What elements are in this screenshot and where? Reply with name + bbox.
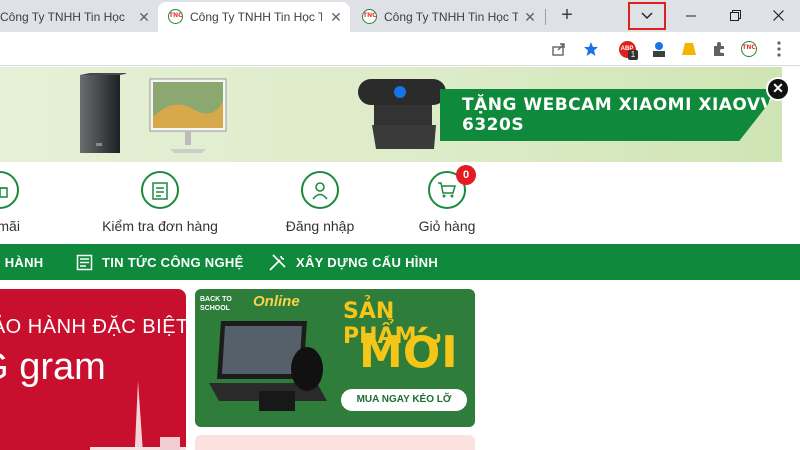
more-vert-icon [777,41,781,57]
nav-build-pc[interactable]: XÂY DỰNG CẤU HÌNH [268,244,438,280]
login-label: Đăng nhập [285,218,355,234]
star-icon [584,42,598,56]
browser-tab-2[interactable]: TNC Công Ty TNHH Tin Học Th ✕ [158,2,350,32]
nav-build-pc-label: XÂY DỰNG CẤU HÌNH [296,254,439,270]
tab-strip: Công Ty TNHH Tin Học Th ✕ TNC Công Ty TN… [0,0,800,32]
search-tabs-button[interactable] [628,2,666,30]
building-image [90,381,186,450]
order-check-link[interactable]: Kiểm tra đơn hàng [100,171,220,234]
share-icon [552,43,565,56]
folder-extension[interactable] [680,40,698,58]
close-icon [772,10,784,21]
nav-warranty-label: BẢO HÀNH [0,254,44,270]
banner-close-button[interactable]: ✕ [766,77,790,101]
cursor-extension[interactable] [650,40,668,58]
minimize-icon [686,15,696,17]
promotions-link[interactable]: Khuyến mãi [0,171,40,234]
next-promo-banner[interactable] [195,435,475,450]
share-button[interactable] [550,40,568,58]
cart-count-badge: 0 [456,165,476,185]
close-window-button[interactable] [766,6,790,26]
cart-label: Giỏ hàng [418,218,476,234]
browser-tab-1[interactable]: Công Ty TNHH Tin Học Th ✕ [0,2,160,32]
puzzle-icon [714,42,724,56]
promo-banner[interactable]: TẶNG WEBCAM XIAOMI XIAOVV 6320S [0,67,782,162]
back-to-school-tag: BACK TO SCHOOL [200,296,232,312]
adblock-extension[interactable]: ABP 1 [618,40,638,60]
new-products-subtitle: MỚI [359,327,458,378]
new-tab-button[interactable]: + [557,5,577,26]
gaming-laptop-image [209,321,327,411]
tab-title: Công Ty TNHH Tin Học Th [190,10,322,24]
quick-links: Khuyến mãi Kiểm tra đơn hàng Đăng nhập 0… [0,165,800,237]
tab-separator [545,9,546,25]
tnc-favicon-icon: TNC [362,9,377,24]
browser-toolbar: ABP 1 TNC [0,32,800,66]
tools-icon [269,253,286,271]
tab-title: Công Ty TNHH Tin Học Th [384,10,518,24]
nav-tech-news[interactable]: TIN TỨC CÔNG NGHỆ [76,244,244,280]
menu-button[interactable] [770,40,788,58]
tab-close-icon[interactable]: ✕ [136,9,152,25]
desktop-pc-image [80,73,126,153]
gift-icon [0,171,19,209]
web-page: TẶNG WEBCAM XIAOMI XIAOVV 6320S ✕ Khuyến… [0,67,800,450]
banner-headline: TẶNG WEBCAM XIAOMI XIAOVV 6320S [440,89,780,141]
cursor-extension-icon [653,42,665,57]
online-tag: Online [253,293,300,310]
buy-now-button[interactable]: MUA NGAY KẺO LỠ [341,389,467,411]
folder-icon [682,43,696,55]
tab-title: Công Ty TNHH Tin Học Th [0,10,128,24]
clipboard-icon [141,171,179,209]
restore-button[interactable] [723,6,747,26]
tnc-profile-icon: TNC [741,41,757,57]
extension-badge: 1 [628,50,638,60]
chevron-down-icon [641,12,653,19]
tab-close-icon[interactable]: ✕ [328,9,344,25]
minimize-button[interactable] [679,6,703,26]
webcam-image [358,79,446,149]
nav-warranty[interactable]: BẢO HÀNH [0,244,43,280]
nav-tech-news-label: TIN TỨC CÔNG NGHỆ [102,254,244,270]
monitor-image [149,78,227,153]
new-products-promo[interactable]: BACK TO SCHOOL Online SẢN PHẨM MỚI MUA N… [195,289,475,427]
tnc-favicon-icon: TNC [168,9,183,24]
newspaper-icon [76,254,93,270]
login-link[interactable]: Đăng nhập [270,171,370,234]
restore-icon [729,10,741,21]
promotions-label: Khuyến mãi [0,218,20,234]
browser-tab-3[interactable]: TNC Công Ty TNHH Tin Học Th ✕ [352,2,542,32]
tab-close-icon[interactable]: ✕ [522,9,538,25]
cart-link[interactable]: 0 Giỏ hàng [407,165,487,234]
profile-button[interactable]: TNC [740,40,758,58]
user-icon [301,171,339,209]
lg-gram-promo[interactable]: BẢO HÀNH ĐẶC BIỆT LG gram [0,289,186,450]
bookmark-star-button[interactable] [582,40,600,58]
promo-warranty-text: BẢO HÀNH ĐẶC BIỆT [0,316,186,338]
extensions-button[interactable] [710,40,728,58]
order-check-label: Kiểm tra đơn hàng [102,218,218,234]
main-navbar: BẢO HÀNH TIN TỨC CÔNG NGHỆ XÂY DỰNG CẤU … [0,244,800,280]
